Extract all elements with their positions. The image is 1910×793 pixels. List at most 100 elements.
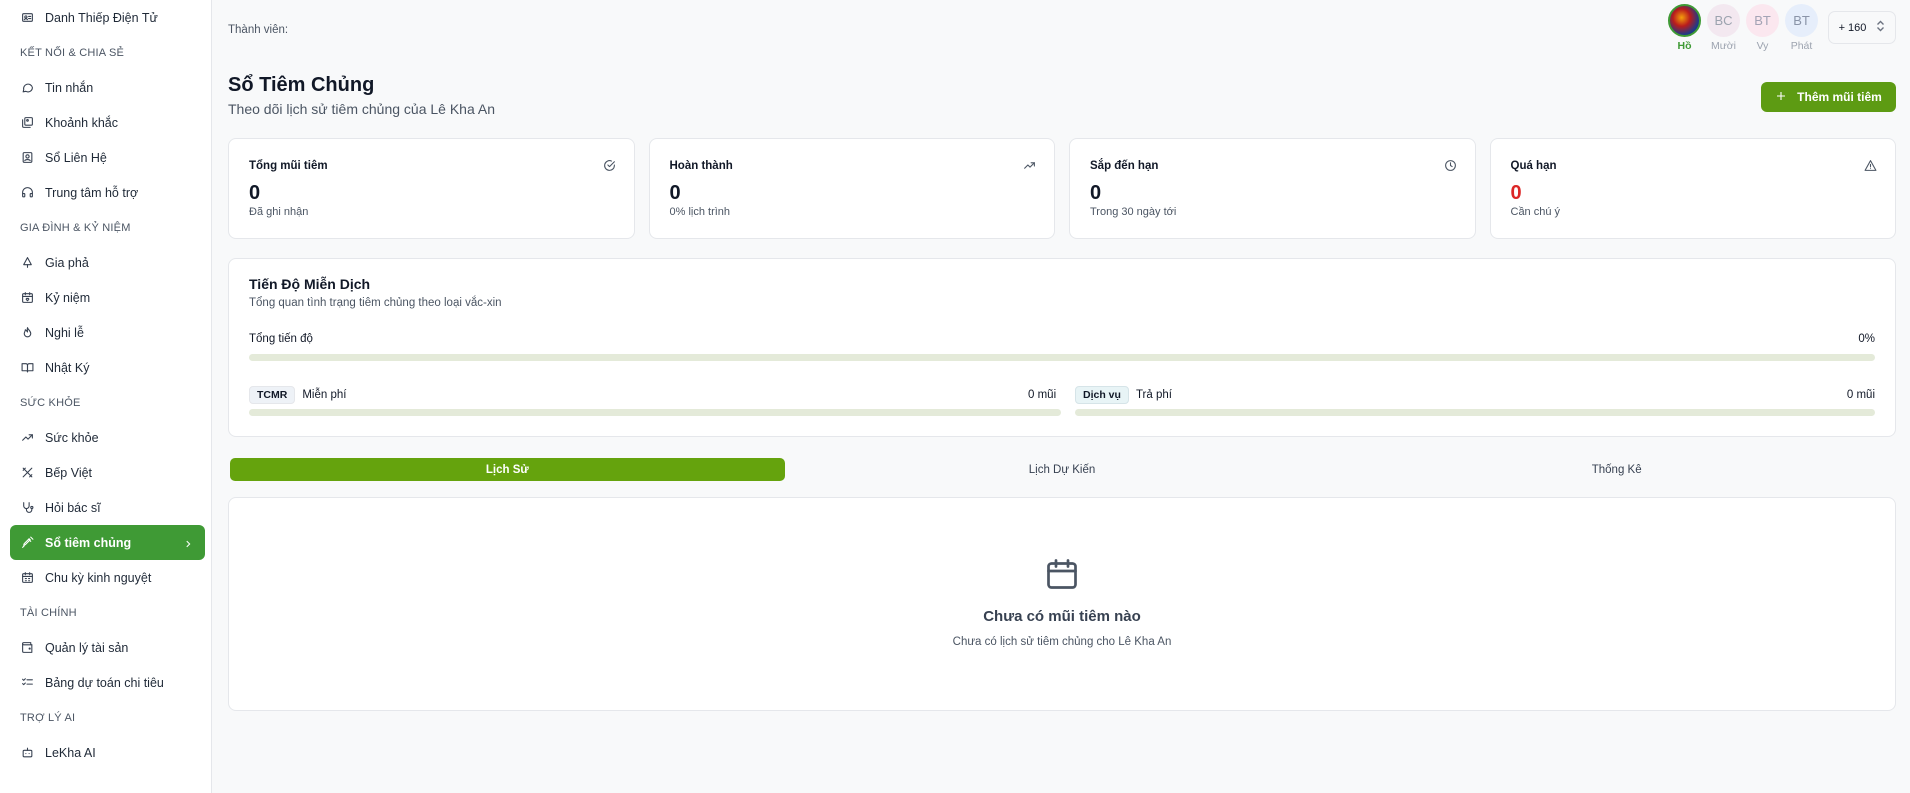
sidebar-item-label: Nhật Ký	[45, 360, 90, 375]
stat-value: 0	[669, 182, 681, 204]
book-open-icon	[20, 361, 34, 375]
tree-icon	[20, 256, 34, 270]
bot-icon	[20, 746, 34, 760]
sidebar: Danh Thiếp Điện Tử KẾT NỐI & CHIA SẺ Tin…	[0, 0, 212, 793]
clock-icon	[1444, 159, 1457, 172]
immunity-progress-card: Tiến Độ Miễn Dịch Tổng quan tình trạng t…	[228, 258, 1896, 437]
sidebar-item-label: Kỷ niệm	[45, 290, 91, 305]
sidebar-item-memories[interactable]: Kỷ niệm	[10, 280, 205, 315]
page-subtitle: Theo dõi lịch sử tiêm chủng của Lê Kha A…	[228, 101, 495, 117]
members-label: Thành viên:	[228, 24, 289, 36]
calendar-heart-icon	[20, 291, 34, 305]
empty-title: Chưa có mũi tiêm nào	[983, 608, 1141, 625]
sidebar-item-label: Trung tâm hỗ trợ	[45, 185, 139, 200]
sidebar-item-label: Danh Thiếp Điện Tử	[45, 10, 158, 25]
avatar: BT	[1746, 4, 1779, 37]
total-progress-bar	[249, 354, 1875, 361]
sidebar-item-label: Sổ Liên Hệ	[45, 150, 107, 165]
sidebar-item-health[interactable]: Sức khỏe	[10, 420, 205, 455]
empty-subtitle: Chưa có lịch sử tiêm chủng cho Lê Kha An	[952, 636, 1172, 648]
free-vaccine-label: Miễn phí	[302, 389, 347, 401]
stat-desc: 0% lịch trình	[669, 206, 731, 218]
sidebar-item-label: Sổ tiêm chủng	[45, 535, 132, 550]
total-progress-percent: 0%	[1858, 333, 1875, 345]
stat-value: 0	[1510, 182, 1522, 204]
stat-card-overdue: Quá hạn 0 Cần chú ý	[1489, 138, 1896, 239]
paid-vaccine-label: Trả phí	[1135, 389, 1172, 401]
empty-state: Chưa có mũi tiêm nào Chưa có lịch sử tiê…	[228, 497, 1896, 711]
sidebar-item-label: Quản lý tài sản	[45, 640, 129, 655]
member-avatar-selected[interactable]: Hồ	[1668, 4, 1701, 52]
tab-schedule[interactable]: Lịch Dự Kiến	[785, 458, 1340, 481]
sidebar-item-cycle[interactable]: Chu kỳ kinh nguyệt	[10, 560, 205, 595]
progress-title: Tiến Độ Miễn Dịch	[249, 276, 371, 292]
sidebar-item-label: Bảng dự toán chi tiêu	[45, 675, 164, 690]
id-card-icon	[20, 11, 34, 25]
stat-card-total: Tổng mũi tiêm 0 Đã ghi nhận	[228, 138, 635, 239]
member-name: Mười	[1711, 40, 1736, 52]
calendar-icon	[1044, 556, 1080, 592]
sidebar-item-moments[interactable]: Khoảnh khắc	[10, 105, 205, 140]
sidebar-item-business-card[interactable]: Danh Thiếp Điện Tử	[10, 0, 205, 35]
sidebar-item-vaccination[interactable]: Sổ tiêm chủng	[10, 525, 205, 560]
stat-value: 0	[249, 182, 261, 204]
sidebar-item-contacts[interactable]: Sổ Liên Hệ	[10, 140, 205, 175]
stat-desc: Trong 30 ngày tới	[1090, 206, 1177, 218]
tab-bar: Lịch Sử Lịch Dự Kiến Thống Kê	[228, 456, 1896, 483]
sidebar-item-assets[interactable]: Quản lý tài sản	[10, 630, 205, 665]
sidebar-item-label: Bếp Việt	[45, 465, 93, 480]
flame-icon	[20, 326, 34, 340]
avatar: BC	[1707, 4, 1740, 37]
syringe-icon	[20, 536, 34, 550]
check-circle-icon	[603, 159, 616, 172]
stat-desc: Đã ghi nhận	[249, 206, 309, 218]
sidebar-section-family: GIA ĐÌNH & KỶ NIỆM	[20, 221, 131, 234]
sidebar-section-connect: KẾT NỐI & CHIA SẺ	[20, 46, 125, 59]
message-icon	[20, 81, 34, 95]
sidebar-item-label: Sức khỏe	[45, 430, 99, 445]
sidebar-item-ai[interactable]: LeKha AI	[10, 735, 205, 770]
member-avatar[interactable]: BT Phát	[1785, 4, 1818, 52]
sidebar-item-label: Khoảnh khắc	[45, 115, 118, 130]
member-name: Hồ	[1677, 40, 1692, 52]
add-vaccination-label: Thêm mũi tiêm	[1797, 90, 1882, 104]
sidebar-item-ask-doctor[interactable]: Hỏi bác sĩ	[10, 490, 205, 525]
contact-book-icon	[20, 151, 34, 165]
tcmr-badge: TCMR	[249, 386, 296, 404]
headphones-icon	[20, 186, 34, 200]
stat-label: Sắp đến hạn	[1090, 160, 1159, 172]
paid-vaccine-bar	[1075, 409, 1875, 416]
member-avatar[interactable]: BT Vy	[1746, 4, 1779, 52]
paid-vaccine-count: 0 mũi	[1846, 389, 1875, 401]
sidebar-item-diary[interactable]: Nhật Ký	[10, 350, 205, 385]
stat-value: 0	[1090, 182, 1102, 204]
stethoscope-icon	[20, 501, 34, 515]
free-vaccine-bar	[249, 409, 1061, 416]
trending-up-icon	[20, 431, 34, 445]
tab-statistics[interactable]: Thống Kê	[1339, 458, 1894, 481]
sidebar-item-family-tree[interactable]: Gia phả	[10, 245, 205, 280]
member-avatar[interactable]: BC Mười	[1707, 4, 1740, 52]
sidebar-item-support[interactable]: Trung tâm hỗ trợ	[10, 175, 205, 210]
sidebar-item-budget[interactable]: Bảng dự toán chi tiêu	[10, 665, 205, 700]
add-vaccination-button[interactable]: Thêm mũi tiêm	[1761, 82, 1896, 112]
more-members-button[interactable]: + 160	[1828, 11, 1896, 44]
plus-icon	[1775, 90, 1787, 105]
tab-history[interactable]: Lịch Sử	[230, 458, 785, 481]
free-vaccine-row: TCMR Miễn phí	[249, 386, 346, 404]
sidebar-item-label: Nghi lễ	[45, 325, 84, 340]
sidebar-item-label: Chu kỳ kinh nguyệt	[45, 570, 152, 585]
alert-triangle-icon	[1864, 159, 1877, 172]
avatar: BT	[1785, 4, 1818, 37]
chevron-right-icon	[183, 538, 193, 548]
sidebar-item-kitchen[interactable]: Bếp Việt	[10, 455, 205, 490]
free-vaccine-count: 0 mũi	[1028, 389, 1057, 401]
service-badge: Dịch vụ	[1075, 386, 1129, 404]
stat-desc: Cần chú ý	[1510, 206, 1561, 218]
stat-label: Quá hạn	[1510, 160, 1557, 172]
wallet-icon	[20, 641, 34, 655]
sidebar-item-messages[interactable]: Tin nhắn	[10, 70, 205, 105]
sidebar-item-rituals[interactable]: Nghi lễ	[10, 315, 205, 350]
sidebar-section-health: SỨC KHỎE	[20, 396, 81, 409]
member-name: Phát	[1790, 40, 1813, 52]
